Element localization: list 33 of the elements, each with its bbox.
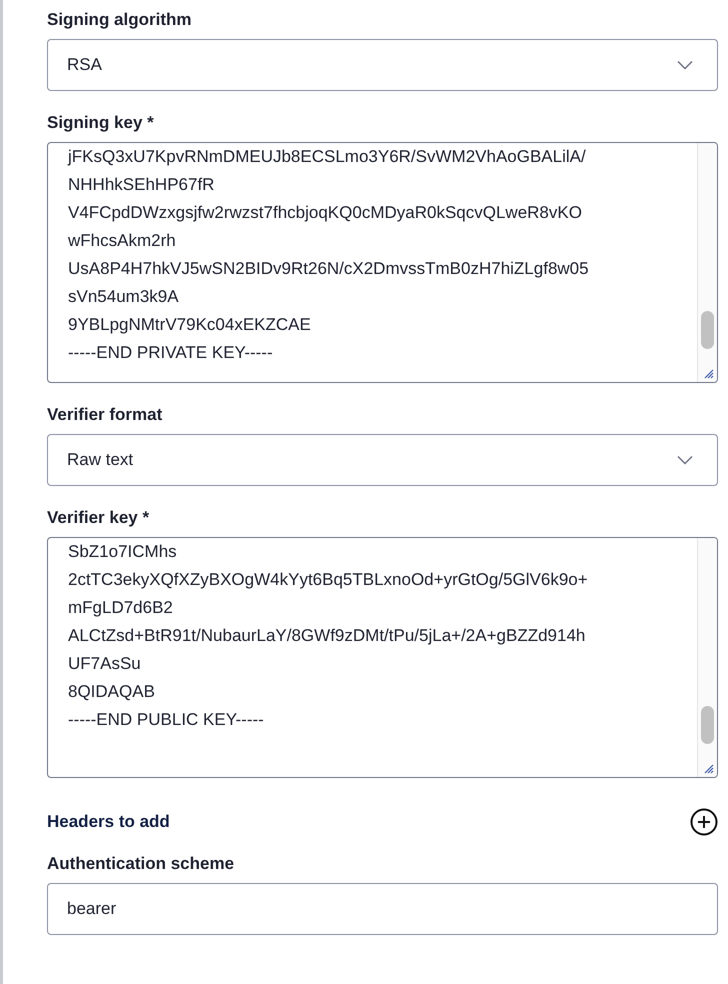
resize-grip-icon[interactable] [702,367,714,379]
text-line: NHHhkSEhHP67fR [68,174,216,196]
chevron-down-icon [677,455,693,465]
text-line: mFgLD7d6B2 [68,597,174,619]
text-line: UF7AsSu [68,653,142,675]
text-line: -----END PUBLIC KEY----- [68,709,265,731]
field-label: Authentication scheme [47,854,236,874]
field-label: Headers to add [47,812,170,832]
field-label: Verifier key * [47,508,150,528]
text-area[interactable]: SbZ1o7ICMhs 2ctTC3ekyXQfXZyBXOgW4kYyt6Bq5TBLxnoOd+yrGtOg/5GlV6k9o+ mFgLD7d6B2 ALCtZsd+BtR91t/NubaurLaY/8GWf9zDMt/tPu/5jLa+/2A+gBZZd914h UF7AsSu 8QIDAQAB -----END PUBLIC KEY----- [47,537,718,778]
resize-grip-icon[interactable] [702,762,714,774]
text-line: sVn54um3k9A [68,286,180,308]
text-area[interactable] [47,142,718,383]
dropdown[interactable]: RSA [47,39,718,91]
text-line: 8QIDAQAB [68,681,156,703]
dropdown[interactable]: Raw text [47,434,718,486]
chevron-down-icon [677,60,693,70]
field-label: Signing key * [47,113,155,133]
text-line: 2ctTC3ekyXQfXZyBXOgW4kYyt6Bq5TBLxnoOd+yrGtOg/5GlV6k9o+ [68,569,589,591]
text-line: wFhcsAkm2rh [68,230,177,252]
scrollbar-thumb[interactable] [701,311,714,349]
scrollbar-thumb[interactable] [701,706,714,744]
text-line: V4FCpdDWzxgsjfw2rwzst7fhcbjoqKQ0cMDyaR0kSqcvQLweR8vKO [68,202,583,224]
add-icon[interactable] [690,808,718,836]
text-line: jFKsQ3xU7KpvRNmDMEUJb8ECSLmo3Y6R/SvWM2VhAoGBALilA/ [68,146,587,168]
field-label: Signing algorithm [47,10,192,30]
text-line: UsA8P4H7hkVJ5wSN2BIDv9Rt26N/cX2DmvssTmB0zH7hiZLgf8w05 [68,258,590,280]
text-line: 9YBLpgNMtrV79Kc04xEKZCAE [68,314,312,336]
text-line: SbZ1o7ICMhs [68,541,178,563]
text-line: ALCtZsd+BtR91t/NubaurLaY/8GWf9zDMt/tPu/5jLa+/2A+gBZZd914h [68,625,586,647]
text-line: -----END PRIVATE KEY----- [68,342,274,364]
field-label: Verifier format [47,405,164,425]
input-field[interactable]: bearer [47,883,718,935]
